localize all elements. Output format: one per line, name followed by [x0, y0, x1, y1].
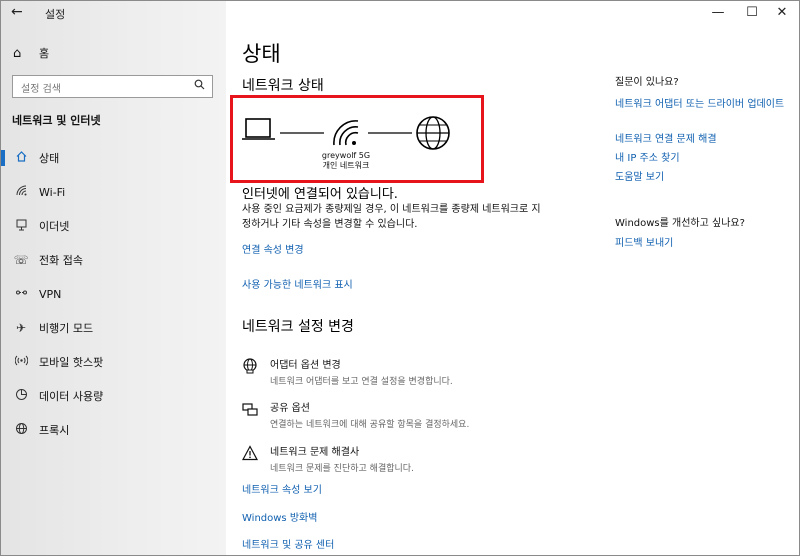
option-title: 공유 옵션 [270, 403, 310, 414]
windows-firewall-link[interactable]: Windows 방화벽 [242, 509, 317, 524]
sidebar-item-hotspot[interactable]: 모바일 핫스팟 [1, 345, 226, 379]
sidebar: ← 설정 ⌂ 홈 설정 검색 네트워크 및 인터넷 상태 Wi-Fi 이더넷 ☏… [1, 1, 226, 555]
sidebar-item-label: 프록시 [39, 424, 70, 437]
wifi-signal-icon [333, 120, 359, 146]
minimize-button[interactable]: — [701, 1, 735, 25]
option-title: 네트워크 문제 해결사 [270, 447, 360, 458]
option-title: 어댑터 옵션 변경 [270, 360, 341, 371]
show-available-networks-link[interactable]: 사용 가능한 네트워크 표시 [242, 276, 353, 291]
data-usage-icon [13, 388, 29, 404]
network-type: 개인 네트워크 [322, 161, 370, 170]
network-label: greywolf 5G 개인 네트워크 [301, 151, 391, 171]
sidebar-item-label: 데이터 사용량 [39, 390, 104, 403]
page-title: 상태 [242, 42, 281, 66]
change-network-settings-heading: 네트워크 설정 변경 [242, 319, 354, 335]
network-troubleshooter[interactable]: 네트워크 문제 해결사 네트워크 문제를 진단하고 해결합니다. [241, 443, 414, 474]
airplane-icon: ✈ [15, 321, 27, 335]
warning-icon [241, 445, 260, 463]
sidebar-item-proxy[interactable]: 프록시 [1, 413, 226, 447]
active-indicator [1, 150, 5, 166]
network-sharing-center-link[interactable]: 네트워크 및 공유 센터 [242, 536, 334, 551]
status-icon [13, 150, 29, 166]
search-icon[interactable] [194, 79, 205, 93]
send-feedback-link[interactable]: 피드백 보내기 [615, 234, 673, 249]
sidebar-item-ethernet[interactable]: 이더넷 [1, 209, 226, 243]
find-ip-address-link[interactable]: 내 IP 주소 찾기 [615, 149, 680, 164]
update-adapter-driver-link[interactable]: 네트워크 어댑터 또는 드라이버 업데이트 [615, 98, 787, 111]
ethernet-icon [13, 218, 29, 234]
sidebar-section-title: 네트워크 및 인터넷 [12, 114, 101, 127]
wifi-icon [13, 184, 29, 200]
sidebar-item-airplane[interactable]: ✈ 비행기 모드 [1, 311, 226, 345]
option-subtitle: 연결하는 네트워크에 대해 공유할 항목을 결정하세요. [270, 420, 470, 430]
proxy-icon [13, 422, 29, 438]
back-arrow-icon[interactable]: ← [11, 4, 23, 20]
view-network-properties-link[interactable]: 네트워크 속성 보기 [242, 481, 322, 496]
sidebar-item-wifi[interactable]: Wi-Fi [1, 175, 226, 209]
settings-window: ← 설정 ⌂ 홈 설정 검색 네트워크 및 인터넷 상태 Wi-Fi 이더넷 ☏… [0, 0, 800, 556]
home-nav-item[interactable]: ⌂ 홈 [13, 45, 49, 61]
network-name: greywolf 5G [321, 151, 371, 160]
sidebar-item-label: 전화 접속 [39, 254, 83, 267]
option-subtitle: 네트워크 어댑터를 보고 연결 설정을 변경합니다. [270, 377, 453, 387]
troubleshoot-connection-link[interactable]: 네트워크 연결 문제 해결 [615, 130, 717, 145]
home-label: 홈 [39, 47, 50, 60]
sidebar-item-label: 이더넷 [39, 220, 70, 233]
adapter-options[interactable]: 어댑터 옵션 변경 네트워크 어댑터를 보고 연결 설정을 변경합니다. [242, 356, 453, 387]
adapter-globe-icon [242, 358, 260, 376]
dialup-icon: ☏ [13, 253, 29, 267]
sharing-icon [242, 401, 260, 419]
home-icon: ⌂ [13, 45, 22, 61]
settings-search-box[interactable]: 설정 검색 [12, 75, 213, 98]
hotspot-icon [13, 354, 29, 370]
sidebar-item-vpn[interactable]: VPN [1, 277, 226, 311]
sidebar-item-dialup[interactable]: ☏ 전화 접속 [1, 243, 226, 277]
sidebar-item-label: Wi-Fi [39, 185, 66, 199]
laptop-icon [242, 118, 275, 140]
sidebar-nav: 상태 Wi-Fi 이더넷 ☏ 전화 접속 VPN ✈ 비행기 모드 모바일 핫스… [1, 141, 226, 447]
sidebar-item-status[interactable]: 상태 [1, 141, 226, 175]
connection-status-text: 인터넷에 연결되어 있습니다. [242, 187, 398, 202]
app-title: 설정 [45, 8, 66, 21]
sidebar-item-label: 모바일 핫스팟 [39, 356, 104, 369]
close-button[interactable]: ✕ [765, 1, 799, 25]
metered-description: 사용 중인 요금제가 종량제일 경우, 이 네트워크를 종량제 네트워크로 지정… [242, 204, 541, 230]
sidebar-item-label: 상태 [39, 152, 60, 165]
get-help-link[interactable]: 도움말 보기 [615, 168, 664, 183]
sidebar-item-label: VPN [39, 287, 62, 301]
questions-heading: 질문이 있나요? [615, 77, 679, 88]
sidebar-item-data-usage[interactable]: 데이터 사용량 [1, 379, 226, 413]
sharing-options[interactable]: 공유 옵션 연결하는 네트워크에 대해 공유할 항목을 결정하세요. [242, 399, 469, 430]
vpn-icon [13, 286, 29, 302]
improve-windows-heading: Windows를 개선하고 싶나요? [615, 218, 745, 229]
search-placeholder: 설정 검색 [21, 84, 61, 95]
sidebar-item-label: 비행기 모드 [39, 322, 94, 335]
option-subtitle: 네트워크 문제를 진단하고 해결합니다. [270, 464, 414, 474]
change-connection-properties-link[interactable]: 연결 속성 변경 [242, 241, 304, 256]
globe-icon [416, 116, 450, 150]
maximize-button[interactable]: ☐ [735, 1, 769, 25]
network-status-heading: 네트워크 상태 [242, 78, 324, 94]
